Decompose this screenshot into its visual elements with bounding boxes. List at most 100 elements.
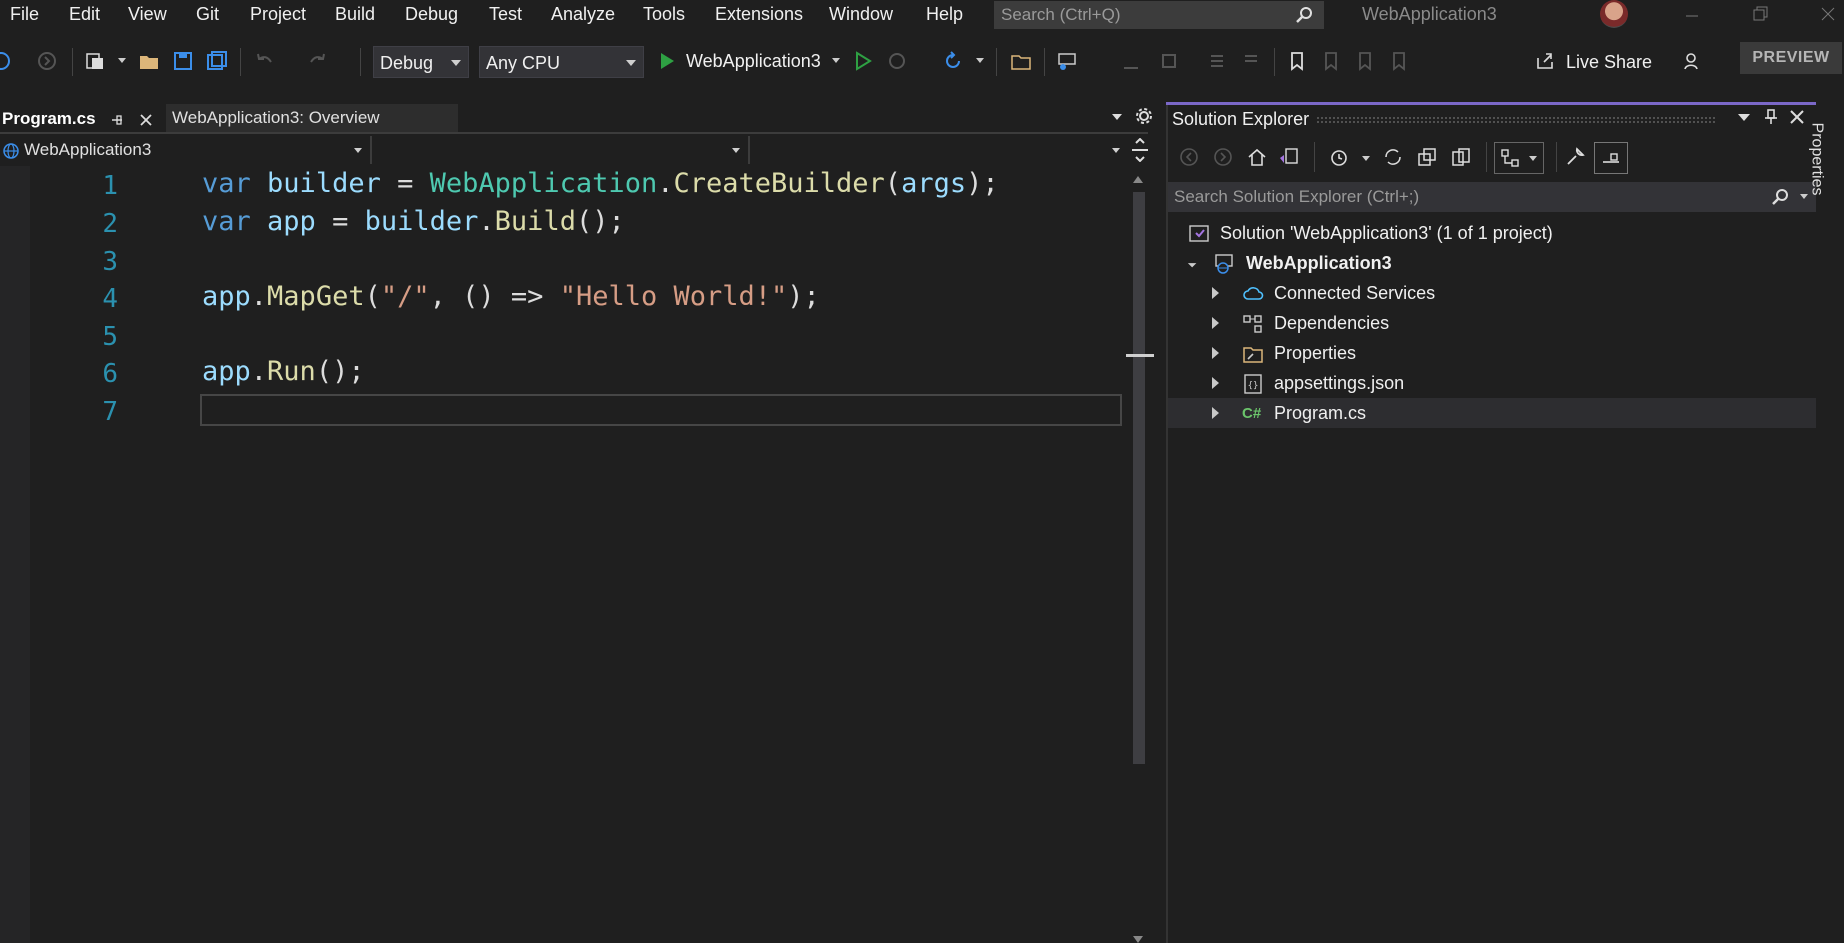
menu-git[interactable]: Git	[196, 4, 219, 25]
show-all-files-icon[interactable]	[1450, 146, 1472, 168]
preview-button[interactable]: PREVIEW	[1740, 42, 1842, 74]
switch-views-icon[interactable]	[1278, 146, 1300, 168]
menu-tools[interactable]: Tools	[643, 4, 685, 25]
comment-icon[interactable]	[1206, 50, 1228, 72]
config-select[interactable]: Debug	[373, 46, 469, 78]
tree-solution[interactable]: Solution 'WebApplication3' (1 of 1 proje…	[1168, 218, 1816, 248]
nav-type-select[interactable]	[372, 136, 750, 164]
tree-item-properties[interactable]: Properties	[1168, 338, 1816, 368]
save-all-icon[interactable]	[206, 50, 228, 72]
menu-test[interactable]: Test	[489, 4, 522, 25]
code-line-6[interactable]: app.Run();	[202, 356, 365, 387]
close-tab-icon[interactable]	[138, 112, 154, 128]
close-icon[interactable]	[1788, 108, 1806, 126]
pin-icon[interactable]	[1762, 108, 1780, 126]
menu-window[interactable]: Window	[829, 4, 893, 25]
nav-member-select[interactable]	[750, 136, 1128, 164]
expand-caret-icon[interactable]	[1212, 317, 1219, 329]
menu-edit[interactable]: Edit	[69, 4, 100, 25]
expand-caret-icon[interactable]	[1212, 377, 1219, 389]
back-icon[interactable]	[1178, 146, 1200, 168]
new-dropdown-arrow[interactable]	[118, 58, 126, 63]
expanded-caret-icon[interactable]	[1183, 254, 1197, 268]
platform-select[interactable]: Any CPU	[479, 46, 644, 78]
bookmark-icon[interactable]	[1286, 50, 1308, 72]
next-bookmark-icon[interactable]	[1354, 50, 1376, 72]
menu-file[interactable]: File	[10, 4, 39, 25]
back-icon[interactable]	[0, 50, 12, 72]
pin-icon[interactable]	[110, 113, 124, 127]
current-line-highlight[interactable]	[200, 394, 1122, 426]
redo-icon[interactable]	[306, 50, 328, 72]
browse-folder-icon[interactable]	[1010, 50, 1032, 72]
menu-project[interactable]: Project	[250, 4, 306, 25]
browser-link-icon[interactable]	[1056, 50, 1078, 72]
window-position-icon[interactable]	[1738, 114, 1750, 121]
code-line-4[interactable]: app.MapGet("/", () => "Hello World!");	[202, 281, 820, 312]
sync-icon[interactable]	[1382, 146, 1404, 168]
tree-item-program-cs[interactable]: C# Program.cs	[1168, 398, 1816, 428]
code-line-1[interactable]: var builder = WebApplication.CreateBuild…	[202, 168, 999, 199]
prev-bookmark-icon[interactable]	[1320, 50, 1342, 72]
menu-debug[interactable]: Debug	[405, 4, 458, 25]
tree-view-toggle[interactable]	[1494, 142, 1544, 174]
collapse-all-icon[interactable]	[1416, 146, 1438, 168]
expand-caret-icon[interactable]	[1212, 407, 1219, 419]
properties-side-tab[interactable]: Properties	[1808, 100, 1844, 220]
live-share-icon[interactable]	[1534, 50, 1556, 72]
tree-project[interactable]: WebApplication3	[1168, 248, 1816, 278]
run-target-button[interactable]: WebApplication3	[686, 51, 821, 72]
forward-icon[interactable]	[1212, 146, 1234, 168]
tree-item-dependencies[interactable]: Dependencies	[1168, 308, 1816, 338]
preview-selected-toggle[interactable]	[1594, 142, 1628, 174]
forward-icon[interactable]	[36, 50, 58, 72]
code-line-2[interactable]: var app = builder.Build();	[202, 206, 625, 237]
step-over-icon[interactable]	[1158, 50, 1180, 72]
scroll-down-icon[interactable]	[1133, 936, 1143, 943]
tree-item-connected-services[interactable]: Connected Services	[1168, 278, 1816, 308]
properties-wrench-icon[interactable]	[1564, 146, 1586, 168]
tab-overview[interactable]: WebApplication3: Overview	[166, 104, 458, 132]
step-icon[interactable]	[1120, 50, 1142, 72]
undo-icon[interactable]	[254, 50, 276, 72]
pending-dropdown-arrow[interactable]	[1362, 156, 1370, 161]
pending-changes-icon[interactable]	[1328, 146, 1350, 168]
new-project-icon[interactable]	[84, 50, 106, 72]
run-dropdown-arrow[interactable]	[832, 58, 840, 63]
home-icon[interactable]	[1246, 146, 1268, 168]
live-share-button[interactable]: Live Share	[1566, 52, 1652, 73]
menu-build[interactable]: Build	[335, 4, 375, 25]
scrollbar-thumb[interactable]	[1133, 192, 1145, 764]
expand-caret-icon[interactable]	[1212, 287, 1219, 299]
tree-item-appsettings[interactable]: {} appsettings.json	[1168, 368, 1816, 398]
search-icon[interactable]	[1770, 187, 1790, 207]
refresh-dropdown-arrow[interactable]	[976, 58, 984, 63]
hot-reload-icon[interactable]	[886, 50, 908, 72]
gear-icon[interactable]	[1134, 106, 1154, 126]
split-editor-icon[interactable]	[1130, 138, 1150, 162]
refresh-icon[interactable]	[942, 50, 964, 72]
feedback-icon[interactable]	[1682, 50, 1704, 72]
menu-help[interactable]: Help	[926, 4, 963, 25]
open-folder-icon[interactable]	[138, 50, 160, 72]
tab-list-dropdown-icon[interactable]	[1112, 114, 1122, 120]
close-window-icon[interactable]	[1818, 4, 1838, 24]
clear-bookmarks-icon[interactable]	[1388, 50, 1410, 72]
start-debug-icon[interactable]	[656, 50, 678, 72]
save-icon[interactable]	[172, 50, 194, 72]
tab-program-cs[interactable]: Program.cs	[0, 106, 162, 134]
restore-icon[interactable]	[1750, 4, 1770, 24]
scroll-up-icon[interactable]	[1133, 176, 1143, 183]
avatar[interactable]	[1600, 0, 1628, 28]
start-without-debug-icon[interactable]	[852, 50, 874, 72]
solution-search-input[interactable]: Search Solution Explorer (Ctrl+;)	[1168, 182, 1816, 212]
menu-extensions[interactable]: Extensions	[715, 4, 803, 25]
panel-grip[interactable]	[1316, 116, 1716, 124]
menu-view[interactable]: View	[128, 4, 167, 25]
nav-project-select[interactable]: WebApplication3	[0, 136, 372, 164]
expand-caret-icon[interactable]	[1212, 347, 1219, 359]
search-input[interactable]: Search (Ctrl+Q)	[994, 1, 1324, 29]
menu-analyze[interactable]: Analyze	[551, 4, 615, 25]
uncomment-icon[interactable]	[1240, 50, 1262, 72]
minimize-icon[interactable]	[1682, 4, 1702, 24]
